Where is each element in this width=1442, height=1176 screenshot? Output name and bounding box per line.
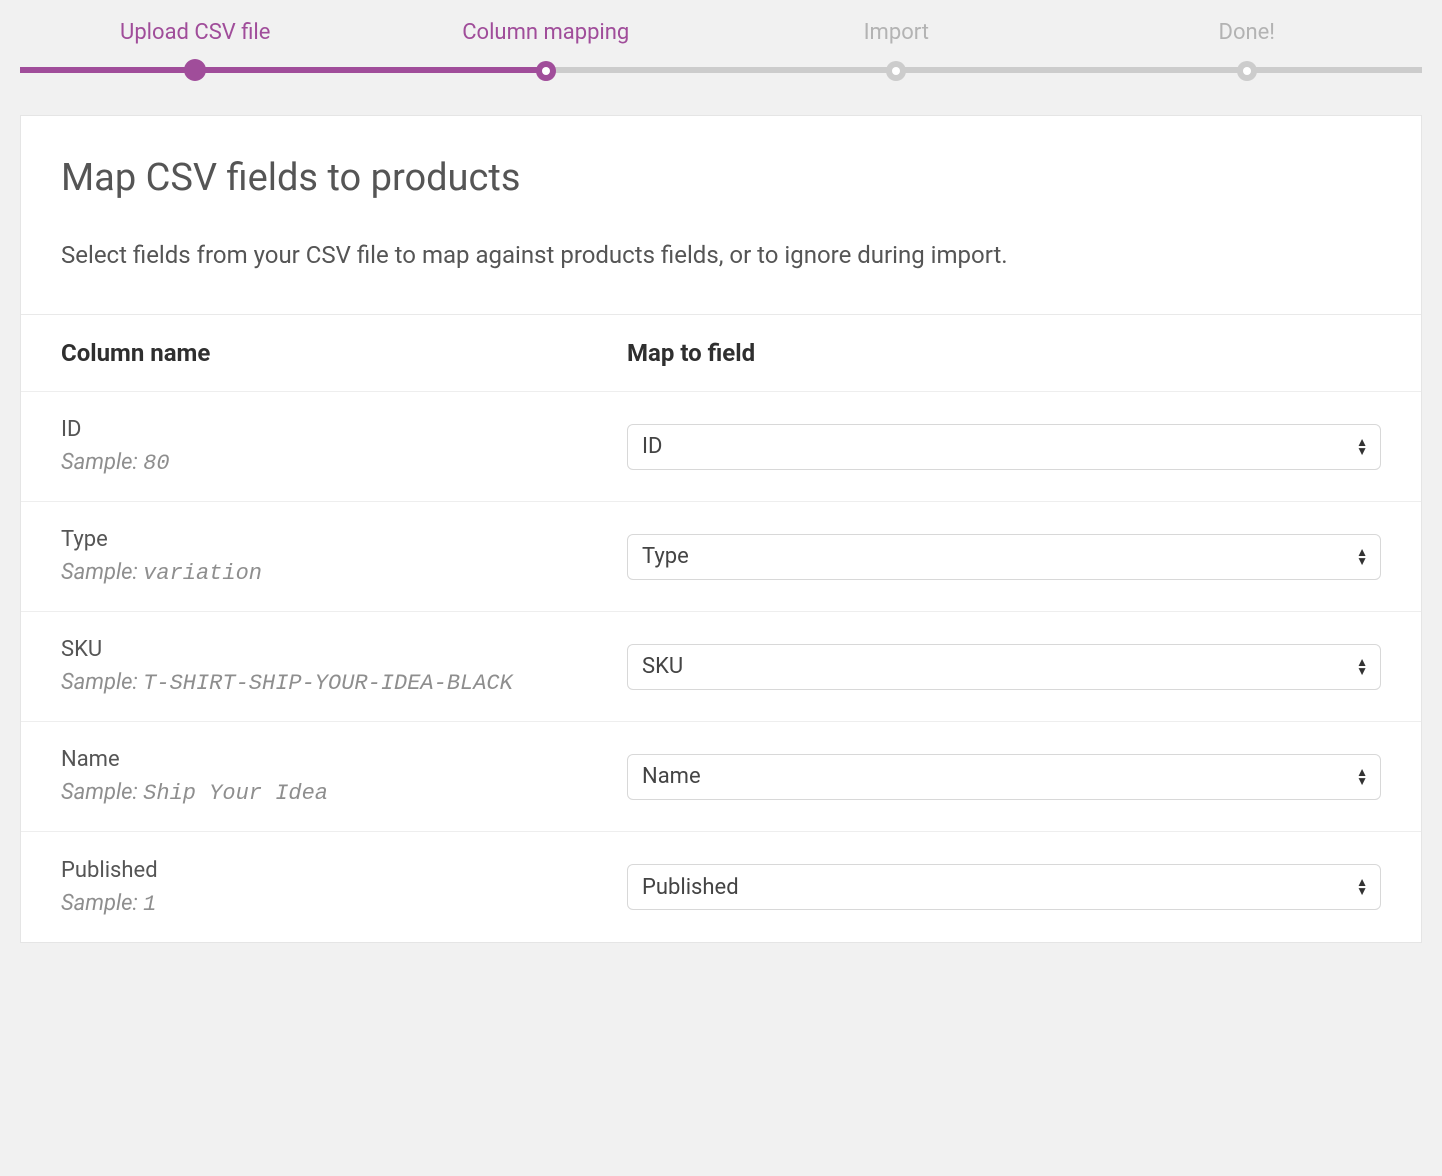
mapping-row: ID Sample: 80 ID ▲▼ <box>21 392 1421 502</box>
step-dot-icon <box>184 59 206 81</box>
select-value: SKU <box>642 654 683 679</box>
column-info: Published Sample: 1 <box>61 858 627 917</box>
step-bar-after <box>1247 67 1422 73</box>
column-sample: Sample: Ship Your Idea <box>61 780 607 806</box>
column-header-name: Column name <box>61 339 627 367</box>
mapping-row: Name Sample: Ship Your Idea Name ▲▼ <box>21 722 1421 832</box>
step-upload-csv[interactable]: Upload CSV file <box>20 20 371 73</box>
step-done: Done! <box>1072 20 1423 73</box>
column-header-map: Map to field <box>627 339 1381 367</box>
column-name: Published <box>61 858 607 883</box>
column-info: SKU Sample: T-SHIRT-SHIP-YOUR-IDEA-BLACK <box>61 637 627 696</box>
step-dot-icon <box>1237 61 1257 81</box>
select-value: ID <box>642 434 662 459</box>
step-bar <box>195 67 546 73</box>
column-name: SKU <box>61 637 607 662</box>
map-field-select[interactable]: ID ▲▼ <box>627 424 1381 470</box>
chevron-updown-icon: ▲▼ <box>1356 438 1368 456</box>
map-field-select[interactable]: Published ▲▼ <box>627 864 1381 910</box>
map-field-select[interactable]: Type ▲▼ <box>627 534 1381 580</box>
step-label: Column mapping <box>371 20 722 45</box>
step-dot-icon <box>886 61 906 81</box>
step-label: Upload CSV file <box>20 20 371 45</box>
step-label: Import <box>721 20 1072 45</box>
column-info: ID Sample: 80 <box>61 417 627 476</box>
column-name: Name <box>61 747 607 772</box>
step-bar <box>896 67 1247 73</box>
chevron-updown-icon: ▲▼ <box>1356 658 1368 676</box>
chevron-updown-icon: ▲▼ <box>1356 548 1368 566</box>
chevron-updown-icon: ▲▼ <box>1356 768 1368 786</box>
step-dot-icon <box>536 61 556 81</box>
mapping-panel: Map CSV fields to products Select fields… <box>20 115 1422 943</box>
panel-header: Map CSV fields to products Select fields… <box>21 116 1421 315</box>
page-description: Select fields from your CSV file to map … <box>61 236 1381 274</box>
step-bar <box>20 67 195 73</box>
mapping-row: Published Sample: 1 Published ▲▼ <box>21 832 1421 942</box>
step-import: Import <box>721 20 1072 73</box>
select-value: Type <box>642 544 689 569</box>
column-sample: Sample: 80 <box>61 450 607 476</box>
column-sample: Sample: variation <box>61 560 607 586</box>
map-field-select[interactable]: SKU ▲▼ <box>627 644 1381 690</box>
select-value: Name <box>642 764 701 789</box>
progress-stepper: Upload CSV file Column mapping Import Do… <box>0 0 1442 73</box>
map-field-select[interactable]: Name ▲▼ <box>627 754 1381 800</box>
table-header: Column name Map to field <box>21 315 1421 392</box>
mapping-row: SKU Sample: T-SHIRT-SHIP-YOUR-IDEA-BLACK… <box>21 612 1421 722</box>
column-info: Type Sample: variation <box>61 527 627 586</box>
column-sample: Sample: T-SHIRT-SHIP-YOUR-IDEA-BLACK <box>61 670 607 696</box>
step-column-mapping[interactable]: Column mapping <box>371 20 722 73</box>
column-name: ID <box>61 417 607 442</box>
select-value: Published <box>642 875 739 900</box>
step-label: Done! <box>1072 20 1423 45</box>
column-name: Type <box>61 527 607 552</box>
mapping-row: Type Sample: variation Type ▲▼ <box>21 502 1421 612</box>
column-info: Name Sample: Ship Your Idea <box>61 747 627 806</box>
page-title: Map CSV fields to products <box>61 156 1381 200</box>
step-bar <box>546 67 897 73</box>
chevron-updown-icon: ▲▼ <box>1356 878 1368 896</box>
column-sample: Sample: 1 <box>61 891 607 917</box>
